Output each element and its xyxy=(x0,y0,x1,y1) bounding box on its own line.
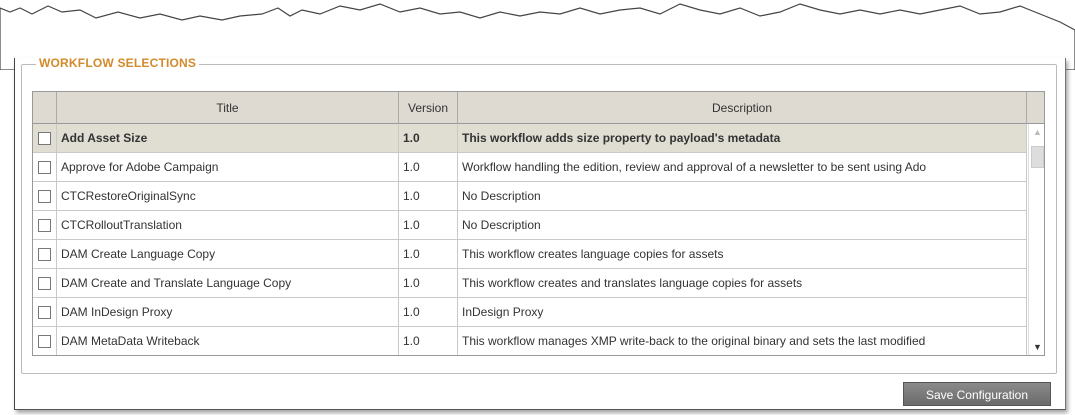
row-description: This workflow adds size property to payl… xyxy=(458,124,1027,153)
scrollbar-thumb[interactable] xyxy=(1031,146,1044,168)
chevron-down-icon[interactable]: ▼ xyxy=(1029,339,1044,355)
row-description: This workflow manages XMP write-back to … xyxy=(458,327,1027,355)
table-row[interactable]: DAM InDesign Proxy 1.0 InDesign Proxy xyxy=(33,298,1027,327)
table-row[interactable]: CTCRolloutTranslation 1.0 No Description xyxy=(33,211,1027,240)
row-checkbox[interactable] xyxy=(38,306,51,319)
table-scrollbar[interactable]: ▲ ▼ xyxy=(1028,124,1044,355)
fieldset-legend: WORKFLOW SELECTIONS xyxy=(36,56,200,70)
header-version[interactable]: Version xyxy=(399,92,458,124)
row-title: CTCRestoreOriginalSync xyxy=(57,182,399,211)
table-row[interactable]: DAM MetaData Writeback 1.0 This workflow… xyxy=(33,327,1027,355)
row-version: 1.0 xyxy=(399,327,458,355)
chevron-up-icon[interactable]: ▲ xyxy=(1029,124,1044,141)
table-row[interactable]: DAM Create Language Copy 1.0 This workfl… xyxy=(33,240,1027,269)
row-checkbox-cell xyxy=(33,269,57,298)
row-checkbox[interactable] xyxy=(38,335,51,348)
row-checkbox-cell xyxy=(33,298,57,327)
row-version: 1.0 xyxy=(399,269,458,298)
row-checkbox[interactable] xyxy=(38,277,51,290)
row-checkbox[interactable] xyxy=(38,132,51,145)
row-description: No Description xyxy=(458,182,1027,211)
row-checkbox-cell xyxy=(33,124,57,153)
row-description: Workflow handling the edition, review an… xyxy=(458,153,1027,182)
row-title: DAM Create Language Copy xyxy=(57,240,399,269)
row-title: DAM MetaData Writeback xyxy=(57,327,399,355)
workflow-selections-fieldset: WORKFLOW SELECTIONS Title Version Descri… xyxy=(21,56,1057,374)
row-version: 1.0 xyxy=(399,153,458,182)
header-checkbox-column xyxy=(33,92,57,124)
row-title: CTCRolloutTranslation xyxy=(57,211,399,240)
row-description: This workflow creates language copies fo… xyxy=(458,240,1027,269)
row-title: Add Asset Size xyxy=(57,124,399,153)
row-version: 1.0 xyxy=(399,211,458,240)
workflow-table: Title Version Description Add Asset Size… xyxy=(32,91,1045,356)
row-version: 1.0 xyxy=(399,240,458,269)
header-description[interactable]: Description xyxy=(458,92,1027,124)
row-description: No Description xyxy=(458,211,1027,240)
table-body: Add Asset Size 1.0 This workflow adds si… xyxy=(33,124,1027,355)
table-header: Title Version Description xyxy=(33,92,1044,124)
row-description: InDesign Proxy xyxy=(458,298,1027,327)
save-configuration-button[interactable]: Save Configuration xyxy=(903,382,1051,406)
row-checkbox-cell xyxy=(33,153,57,182)
row-version: 1.0 xyxy=(399,298,458,327)
row-version: 1.0 xyxy=(399,124,458,153)
workflow-selections-panel: WORKFLOW SELECTIONS Title Version Descri… xyxy=(14,56,1066,410)
row-checkbox-cell xyxy=(33,327,57,355)
table-row[interactable]: Add Asset Size 1.0 This workflow adds si… xyxy=(33,124,1027,153)
row-checkbox-cell xyxy=(33,211,57,240)
row-description: This workflow creates and translates lan… xyxy=(458,269,1027,298)
table-row[interactable]: CTCRestoreOriginalSync 1.0 No Descriptio… xyxy=(33,182,1027,211)
row-title: Approve for Adobe Campaign xyxy=(57,153,399,182)
table-row[interactable]: DAM Create and Translate Language Copy 1… xyxy=(33,269,1027,298)
row-checkbox[interactable] xyxy=(38,219,51,232)
row-checkbox[interactable] xyxy=(38,190,51,203)
header-title[interactable]: Title xyxy=(57,92,399,124)
row-checkbox-cell xyxy=(33,182,57,211)
row-checkbox[interactable] xyxy=(38,161,51,174)
table-row[interactable]: Approve for Adobe Campaign 1.0 Workflow … xyxy=(33,153,1027,182)
row-title: DAM InDesign Proxy xyxy=(57,298,399,327)
row-checkbox-cell xyxy=(33,240,57,269)
row-version: 1.0 xyxy=(399,182,458,211)
row-title: DAM Create and Translate Language Copy xyxy=(57,269,399,298)
row-checkbox[interactable] xyxy=(38,248,51,261)
